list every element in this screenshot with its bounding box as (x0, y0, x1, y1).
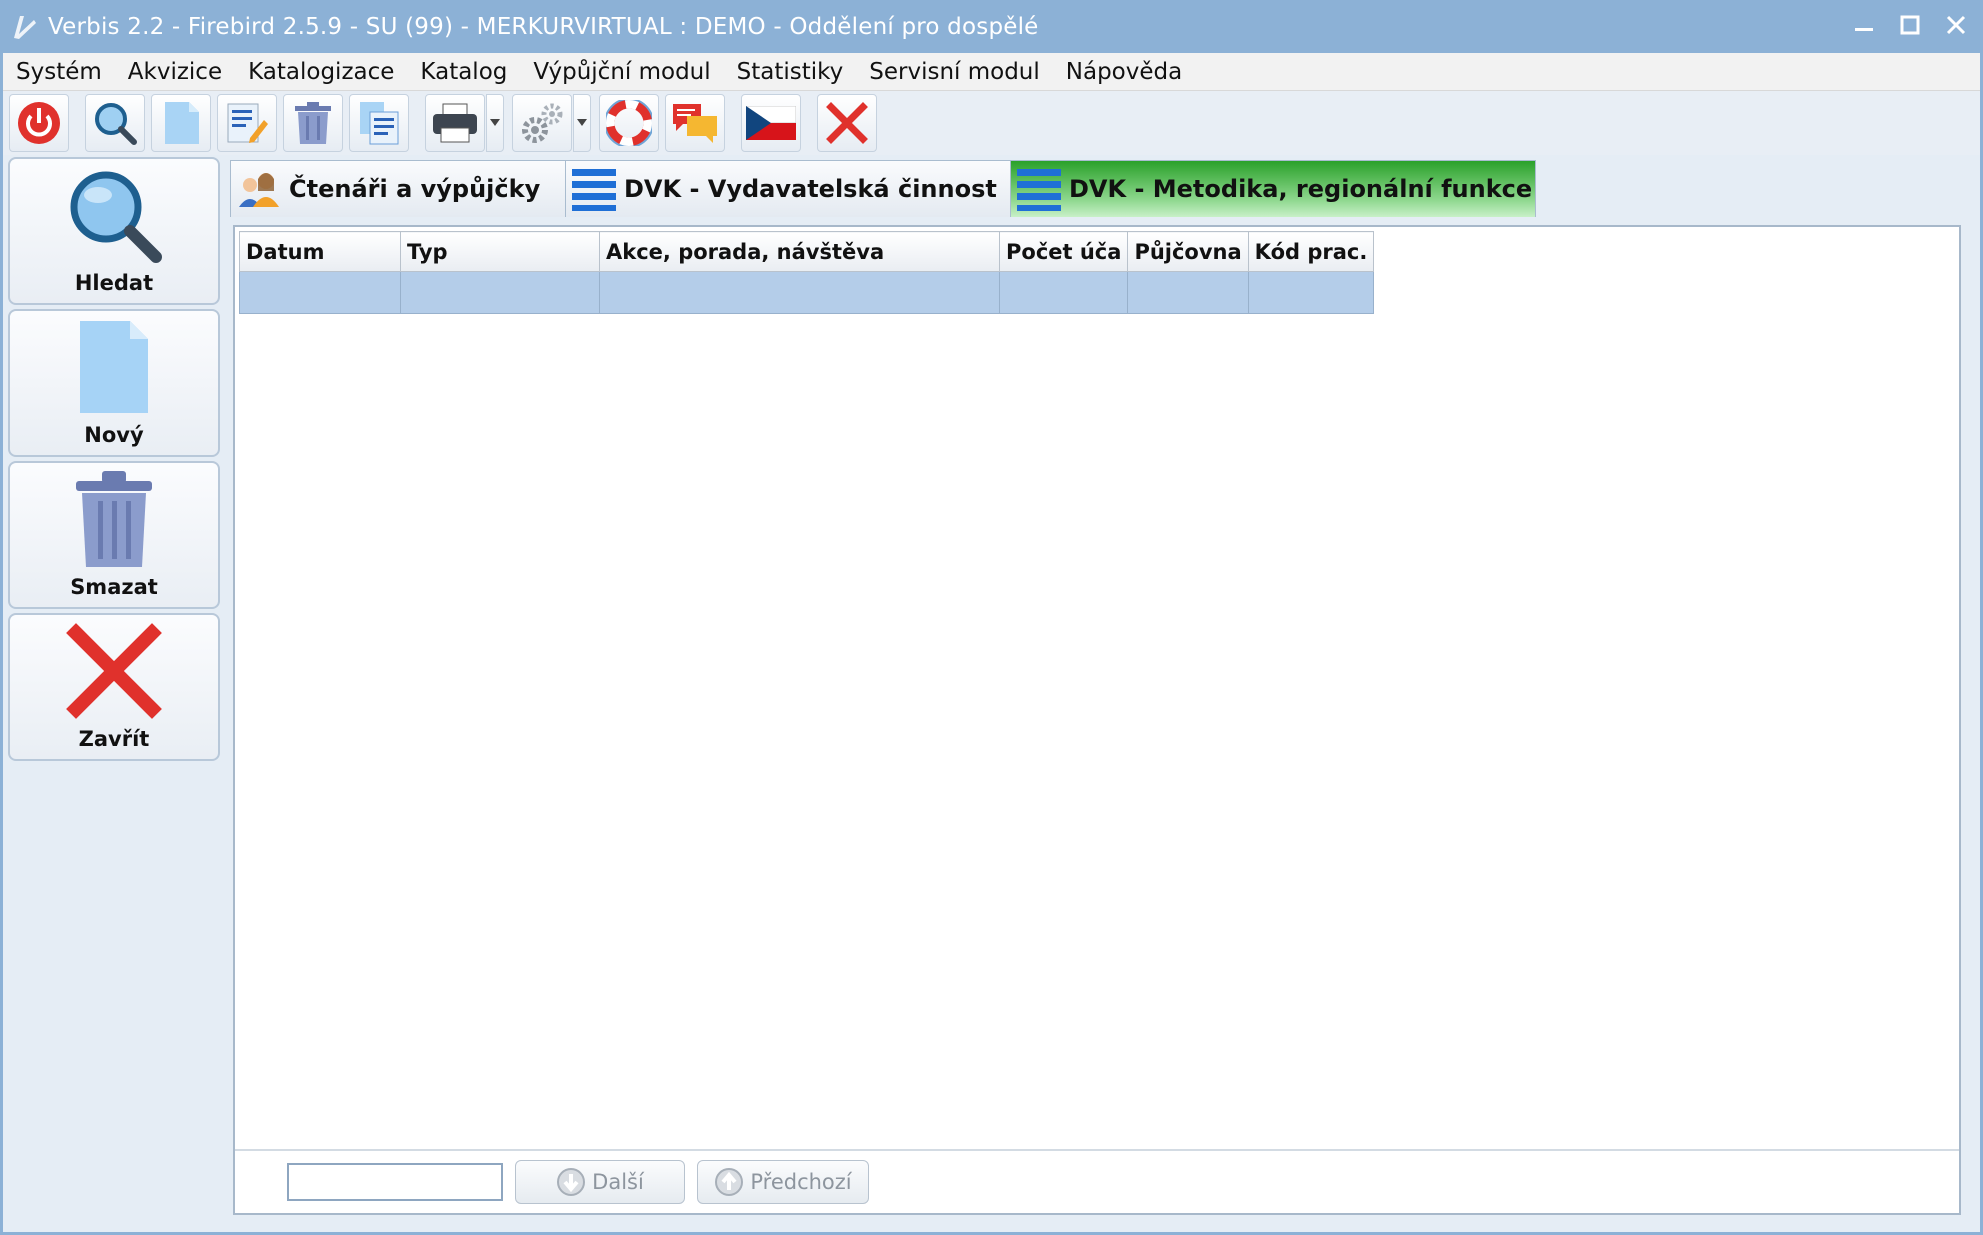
print-dropdown-button[interactable] (486, 94, 504, 152)
list-icon (572, 167, 616, 211)
table-cell[interactable] (400, 271, 600, 314)
search-input[interactable] (287, 1163, 503, 1201)
copy-document-icon (360, 102, 399, 145)
close-window-button[interactable] (1939, 8, 1973, 42)
sidebar-delete-label: Smazat (70, 575, 158, 599)
arrow-down-circle-icon (557, 1168, 586, 1196)
settings-button[interactable] (512, 94, 572, 152)
table-cell[interactable] (239, 271, 401, 314)
table-cell[interactable] (1247, 271, 1375, 314)
next-button-label: Další (592, 1170, 644, 1194)
table-row[interactable] (239, 271, 1375, 314)
menu-napoveda[interactable]: Nápověda (1053, 53, 1195, 91)
tab-metodika-regionalni-funkce[interactable]: DVK - Metodika, regionální funkce (1010, 160, 1536, 217)
help-button[interactable] (599, 94, 659, 152)
sidebar: Hledat Nový Smazat Zavřít (8, 157, 220, 765)
maximize-button[interactable] (1893, 8, 1927, 42)
sidebar-search-label: Hledat (74, 271, 154, 295)
toolbar (3, 91, 1980, 155)
sidebar-close-label: Zavřít (78, 727, 150, 751)
next-button[interactable]: Další (515, 1160, 685, 1204)
column-header-kod-prac[interactable]: Kód prac. (1247, 231, 1375, 272)
menu-katalogizace[interactable]: Katalogizace (235, 53, 407, 91)
records-table: Datum Typ Akce, porada, návštěva Počet ú… (239, 231, 1375, 314)
tab-label: DVK - Vydavatelská činnost (624, 175, 997, 203)
copy-button[interactable] (349, 94, 409, 152)
app-logo-icon (8, 10, 42, 44)
sidebar-new-button[interactable]: Nový (8, 309, 220, 457)
previous-button-label: Předchozí (750, 1170, 852, 1194)
tab-label: Čtenáři a výpůjčky (289, 175, 541, 203)
new-document-icon (165, 102, 199, 144)
language-button[interactable] (741, 94, 801, 152)
menu-katalog[interactable]: Katalog (407, 53, 520, 91)
title-bar[interactable]: Verbis 2.2 - Firebird 2.5.9 - SU (99) - … (0, 0, 1983, 53)
menu-vypujcni-modul[interactable]: Výpůjční modul (520, 53, 723, 91)
tab-ctenari-vypujcky[interactable]: Čtenáři a výpůjčky (230, 160, 566, 217)
trash-icon (295, 102, 331, 144)
table-cell[interactable] (599, 271, 1000, 314)
printer-icon (433, 103, 477, 143)
window-title: Verbis 2.2 - Firebird 2.5.9 - SU (99) - … (48, 13, 1039, 40)
power-icon (18, 102, 60, 144)
lifebuoy-icon (606, 100, 652, 146)
chat-bubbles-icon (673, 104, 717, 143)
column-header-pocet-ucastniku[interactable]: Počet úča (998, 231, 1129, 272)
main-window: Systém Akvizice Katalogizace Katalog Výp… (0, 53, 1983, 1235)
minimize-button[interactable] (1847, 8, 1881, 42)
czech-flag-icon (746, 106, 796, 140)
arrow-up-circle-icon (715, 1168, 744, 1196)
close-icon (826, 102, 868, 144)
sidebar-close-button[interactable]: Zavřít (8, 613, 220, 761)
print-button[interactable] (425, 94, 485, 152)
menu-bar: Systém Akvizice Katalogizace Katalog Výp… (3, 53, 1980, 91)
column-header-pujcovna[interactable]: Půjčovna (1127, 231, 1249, 272)
tab-label: DVK - Metodika, regionální funkce (1069, 175, 1533, 203)
edit-button[interactable] (217, 94, 277, 152)
delete-button[interactable] (283, 94, 343, 152)
search-icon (95, 103, 137, 145)
tab-bar: Čtenáři a výpůjčky DVK - Vydavatelská či… (230, 160, 1536, 217)
sidebar-new-label: Nový (84, 423, 144, 447)
menu-servisni-modul[interactable]: Servisní modul (856, 53, 1053, 91)
table-cell[interactable] (998, 271, 1129, 314)
new-document-icon (80, 321, 148, 413)
power-button[interactable] (9, 94, 69, 152)
sidebar-search-button[interactable]: Hledat (8, 157, 220, 305)
edit-document-icon (227, 103, 268, 143)
search-icon (70, 171, 162, 263)
trash-icon (76, 471, 152, 567)
chevron-down-icon (490, 119, 500, 126)
chevron-down-icon (577, 119, 587, 126)
content-panel: Datum Typ Akce, porada, návštěva Počet ú… (233, 225, 1961, 1215)
search-button[interactable] (85, 94, 145, 152)
previous-button[interactable]: Předchozí (697, 1160, 869, 1204)
menu-system[interactable]: Systém (3, 53, 115, 91)
column-header-typ[interactable]: Typ (400, 231, 600, 272)
tab-vydavatelska-cinnost[interactable]: DVK - Vydavatelská činnost (565, 160, 1011, 217)
sidebar-delete-button[interactable]: Smazat (8, 461, 220, 609)
close-toolbar-button[interactable] (817, 94, 877, 152)
new-button[interactable] (151, 94, 211, 152)
column-header-datum[interactable]: Datum (239, 231, 401, 272)
messages-button[interactable] (665, 94, 725, 152)
readers-icon (237, 167, 281, 211)
menu-statistiky[interactable]: Statistiky (724, 53, 857, 91)
list-icon (1017, 167, 1061, 211)
table-cell[interactable] (1127, 271, 1249, 314)
settings-dropdown-button[interactable] (573, 94, 591, 152)
column-header-akce[interactable]: Akce, porada, návštěva (599, 231, 1000, 272)
menu-akvizice[interactable]: Akvizice (115, 53, 235, 91)
settings-gears-icon (522, 103, 563, 143)
search-bar: Další Předchozí (235, 1149, 1959, 1213)
close-icon (66, 623, 162, 719)
